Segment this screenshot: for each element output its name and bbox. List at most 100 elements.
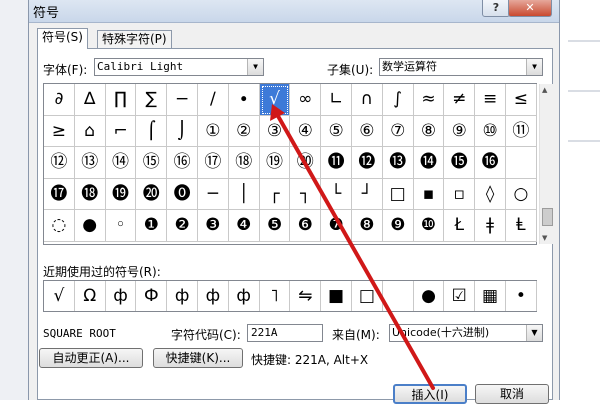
symbol-cell[interactable]: ∕ xyxy=(198,84,229,116)
symbol-cell[interactable]: ⓰ xyxy=(475,147,506,179)
symbol-cell[interactable]: ⑩ xyxy=(475,115,506,148)
symbol-cell[interactable]: ∟ xyxy=(321,84,352,116)
symbol-cell[interactable]: ≠ xyxy=(444,84,476,116)
symbol-cell[interactable]: ① xyxy=(198,115,229,148)
symbol-cell[interactable]: ⑮ xyxy=(136,147,168,179)
symbol-cell[interactable]: ❸ xyxy=(198,210,229,242)
recent-symbol-cell[interactable]: ˥ xyxy=(260,281,291,311)
close-button[interactable]: ✕ xyxy=(508,0,552,17)
symbol-cell[interactable]: ⑳ xyxy=(290,147,322,179)
symbol-cell[interactable]: ⑫ xyxy=(44,147,75,179)
symbol-cell[interactable]: ⑬ xyxy=(74,147,106,179)
recent-symbol-cell[interactable]: □ xyxy=(352,281,383,311)
symbol-cell[interactable]: ∑ xyxy=(136,84,168,116)
recent-symbol-cell[interactable]: Ω xyxy=(75,281,106,311)
symbol-cell[interactable]: ❹ xyxy=(228,210,260,242)
symbol-cell[interactable]: √ xyxy=(259,84,291,116)
symbol-cell[interactable]: ⑭ xyxy=(105,147,137,179)
symbol-cell[interactable]: ④ xyxy=(290,115,322,148)
symbol-cell[interactable]: ○ xyxy=(506,178,537,211)
symbol-cell[interactable]: ⑰ xyxy=(198,147,229,179)
insert-button[interactable]: 插入(I) xyxy=(393,384,467,404)
symbol-cell[interactable]: ❶ xyxy=(136,210,168,242)
symbol-cell[interactable]: ⑲ xyxy=(259,147,291,179)
symbol-cell[interactable]: ⑦ xyxy=(382,115,414,148)
symbol-cell[interactable]: ● xyxy=(74,210,106,242)
recent-symbol-cell[interactable]: ☑ xyxy=(444,281,476,311)
symbol-cell[interactable]: ∫ xyxy=(382,84,414,116)
symbol-cell[interactable]: ⌂ xyxy=(74,115,106,148)
symbol-cell[interactable]: ≥ xyxy=(44,115,75,148)
symbol-cell[interactable]: ∙ xyxy=(228,84,260,116)
symbol-cell[interactable]: ┘ xyxy=(352,178,383,211)
symbol-cell[interactable]: ⓳ xyxy=(105,178,137,211)
recent-symbol-cell[interactable]: ф xyxy=(167,281,198,311)
symbol-cell[interactable]: − xyxy=(167,84,198,116)
symbol-cell[interactable]: ▪ xyxy=(413,178,445,211)
symbol-cell[interactable]: ⓭ xyxy=(382,147,414,179)
recent-symbol-cell[interactable]: • xyxy=(506,281,537,311)
symbol-cell[interactable]: ⑤ xyxy=(321,115,352,148)
symbol-cell[interactable]: ❻ xyxy=(290,210,322,242)
scroll-down-icon[interactable]: ▼ xyxy=(542,234,547,242)
symbol-cell[interactable]: ⑥ xyxy=(352,115,383,148)
tab-special-chars[interactable]: 特殊字符(P) xyxy=(97,30,172,48)
symbol-cell[interactable] xyxy=(506,147,537,179)
symbol-cell[interactable]: ⑧ xyxy=(413,115,445,148)
subset-select[interactable]: 数学运算符 ▼ xyxy=(379,58,543,76)
symbol-cell[interactable]: └ xyxy=(321,178,352,211)
symbol-cell[interactable]: ⑱ xyxy=(228,147,260,179)
recent-symbol-cell[interactable]: ф xyxy=(198,281,229,311)
symbol-cell[interactable]: ⓲ xyxy=(74,178,106,211)
symbol-cell[interactable]: ≤ xyxy=(506,84,537,116)
recent-symbol-cell[interactable]: Ф xyxy=(136,281,168,311)
symbol-cell[interactable]: ⑯ xyxy=(167,147,198,179)
symbol-cell[interactable]: ∞ xyxy=(290,84,322,116)
grid-scrollbar[interactable]: ▲ ▼ xyxy=(539,84,554,244)
symbol-cell[interactable]: ② xyxy=(228,115,260,148)
symbol-cell[interactable]: ◊ xyxy=(475,178,506,211)
symbol-cell[interactable]: ⓱ xyxy=(44,178,75,211)
scrollbar-thumb[interactable] xyxy=(542,208,553,226)
symbol-cell[interactable]: ❷ xyxy=(167,210,198,242)
symbol-cell[interactable]: ⌐ xyxy=(105,115,137,148)
symbol-cell[interactable]: ⓿ xyxy=(167,178,198,211)
symbol-cell[interactable]: ─ xyxy=(198,178,229,211)
symbol-cell[interactable]: ┌ xyxy=(259,178,291,211)
recent-symbol-cell[interactable]: ▦ xyxy=(475,281,506,311)
recent-symbol-cell[interactable]: ● xyxy=(414,281,445,311)
symbol-cell[interactable]: ⌠ xyxy=(136,115,168,148)
symbol-cell[interactable]: □ xyxy=(382,178,414,211)
symbol-cell[interactable]: ⌡ xyxy=(167,115,198,148)
symbol-cell[interactable]: ⑪ xyxy=(506,115,537,148)
symbol-cell[interactable]: │ xyxy=(228,178,260,211)
symbol-cell[interactable]: ❺ xyxy=(259,210,291,242)
tab-symbols[interactable]: 符号(S) xyxy=(37,28,88,49)
char-code-input[interactable]: 221A xyxy=(247,324,323,342)
symbol-cell[interactable]: ∂ xyxy=(44,84,75,116)
symbol-cell[interactable]: ③ xyxy=(259,115,291,148)
recent-symbol-cell[interactable]: ⇋ xyxy=(290,281,322,311)
symbol-cell[interactable]: ⓫ xyxy=(321,147,352,179)
from-select[interactable]: Unicode(十六进制) ▼ xyxy=(389,324,543,342)
recent-symbol-cell[interactable]: √ xyxy=(44,281,75,311)
symbol-cell[interactable]: ∩ xyxy=(352,84,383,116)
symbol-cell[interactable]: ┐ xyxy=(290,178,322,211)
symbol-cell[interactable]: ❾ xyxy=(382,210,414,242)
symbol-cell[interactable]: ⓴ xyxy=(136,178,168,211)
symbol-cell[interactable]: ⑨ xyxy=(444,115,476,148)
symbol-cell[interactable]: ⓯ xyxy=(444,147,476,179)
recent-symbol-cell[interactable] xyxy=(383,281,414,311)
symbol-cell[interactable]: ∏ xyxy=(105,84,137,116)
symbol-cell[interactable]: Ł xyxy=(444,210,476,242)
recent-symbol-cell[interactable]: ф xyxy=(106,281,137,311)
recent-symbol-cell[interactable]: ф xyxy=(229,281,260,311)
symbol-cell[interactable]: ❼ xyxy=(321,210,352,242)
shortcut-key-button[interactable]: 快捷键(K)... xyxy=(153,348,243,368)
symbol-cell[interactable]: ❽ xyxy=(352,210,383,242)
symbol-cell[interactable]: ◌ xyxy=(44,210,75,242)
symbol-cell[interactable]: ❿ xyxy=(413,210,445,242)
symbol-cell[interactable]: ≈ xyxy=(413,84,445,116)
symbol-cell[interactable]: ⓬ xyxy=(352,147,383,179)
symbol-cell[interactable]: ⓮ xyxy=(413,147,445,179)
